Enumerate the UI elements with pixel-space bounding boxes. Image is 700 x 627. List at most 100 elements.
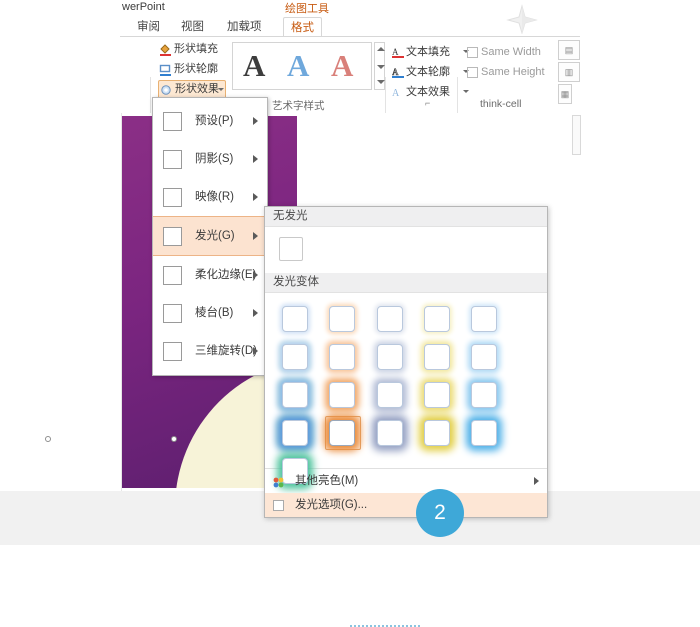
menu-item-shadow[interactable]: 阴影(S) [153,140,267,178]
menu-item-reflection[interactable]: 映像(R) [153,178,267,216]
same-height-button[interactable]: Same Height [466,64,561,81]
wordart-gallery-scroll[interactable] [374,42,385,90]
no-glow-swatch[interactable] [279,237,303,261]
glow-cell-2-5[interactable] [468,342,512,380]
glow-cell-2-4[interactable] [421,342,465,380]
text-effects-icon: A [392,86,404,99]
glow-cell-4-4[interactable] [421,418,465,456]
thinkcell-button-2[interactable]: ▥ [558,62,580,82]
glow-options-item[interactable]: 发光选项(G)... [265,493,547,517]
tab-format[interactable]: 格式 [283,17,322,38]
glow-swatch [424,306,451,332]
wordart-dialog-launcher[interactable]: ⌐ [425,99,434,108]
scroll-down-icon[interactable] [377,65,385,69]
glow-cell-1-5[interactable] [468,304,512,342]
wordart-sample-3[interactable]: A [331,47,353,85]
same-height-icon [467,67,478,78]
glow-swatch [282,306,308,332]
text-outline-icon: A [392,66,404,78]
selection-handle-center[interactable] [171,436,177,442]
glow-swatch [282,420,308,446]
tab-addins[interactable]: 加载项 [220,18,269,37]
chevron-right-icon [253,347,258,355]
glow-swatch [376,420,403,446]
selection-handle-left[interactable] [45,436,51,442]
glow-cell-3-3[interactable] [374,380,418,418]
chevron-right-icon [534,477,539,485]
no-glow-row[interactable] [265,227,547,273]
chevron-right-icon [253,155,258,163]
svg-text:A: A [392,47,399,57]
menu-item-soft-edges[interactable]: 柔化边缘(E) [153,256,267,294]
shadow-icon [163,150,182,169]
wordart-sample-1[interactable]: A [243,47,265,85]
wordart-sample-2[interactable]: A [287,47,309,85]
menu-item-shadow-label: 阴影(S) [195,153,234,165]
wordart-gallery[interactable]: A A A [232,42,372,90]
glow-swatch [329,306,356,332]
glow-cell-2-3[interactable] [374,342,418,380]
menu-item-3d-rotation[interactable]: 三维旋转(D) [153,332,267,370]
soft-edges-icon [163,266,182,285]
more-glow-colors-item[interactable]: 其他亮色(M) [265,469,547,493]
menu-item-soft-edges-label: 柔化边缘(E) [195,269,257,281]
tab-view[interactable]: 视图 [174,18,211,37]
pen-outline-icon [159,63,172,76]
menu-item-preset[interactable]: 预设(P) [153,102,267,140]
chevron-right-icon [253,309,258,317]
glow-variants-grid[interactable] [265,293,547,484]
thinkcell-button-3[interactable]: ▦ [558,84,572,104]
glow-cell-3-2[interactable] [326,380,370,418]
glow-cell-2-1[interactable] [279,342,323,380]
menu-item-glow[interactable]: 发光(G) [153,216,267,256]
glow-swatch [471,306,498,332]
glow-swatch [376,382,403,408]
text-fill-label: 文本填充 [406,46,450,58]
chevron-right-icon [253,232,258,240]
shape-effects-menu[interactable]: 预设(P) 阴影(S) 映像(R) 发光(G) 柔化边缘(E) 棱台(B) 三维… [152,97,268,376]
glow-cell-4-1[interactable] [279,418,323,456]
glow-flyout[interactable]: 无发光 发光变体 其他亮色(M) 发光选项(G)... [264,206,548,518]
glow-options-label: 发光选项(G)... [295,499,368,511]
glow-cell-1-3[interactable] [374,304,418,342]
shape-fill-button[interactable]: 形状填充 [158,40,242,59]
slide-thumbnail-pane[interactable] [0,113,122,491]
glow-swatch [282,382,308,408]
text-fill-button[interactable]: A 文本填充 [392,44,469,61]
chevron-down-icon [218,88,224,91]
text-fill-icon: A [392,46,404,58]
glow-cell-3-5[interactable] [468,380,512,418]
glow-swatch [471,420,498,446]
tab-review[interactable]: 审阅 [130,18,167,37]
chevron-right-icon [253,193,258,201]
scroll-up-icon[interactable] [377,47,385,51]
text-outline-button[interactable]: A 文本轮廓 [392,64,469,81]
glow-swatch [329,344,356,370]
glow-swatch [471,344,498,370]
contextual-tab-title: 绘图工具 [285,3,329,15]
glow-swatch [424,420,451,446]
glow-cell-4-5[interactable] [468,418,512,456]
same-width-button[interactable]: Same Width [466,44,561,61]
glow-cell-4-3[interactable] [374,418,418,456]
glow-cell-3-1[interactable] [279,380,323,418]
more-glow-colors-label: 其他亮色(M) [295,475,359,487]
glow-cell-2-2[interactable] [326,342,370,380]
glow-swatch [471,382,498,408]
menu-item-bevel[interactable]: 棱台(B) [153,294,267,332]
glow-cell-1-4[interactable] [421,304,465,342]
text-outline-label: 文本轮廓 [406,66,450,78]
no-glow-header: 无发光 [265,207,547,227]
gallery-more-icon[interactable] [377,80,385,84]
thinkcell-button-1[interactable]: ▤ [558,40,580,60]
shape-outline-button[interactable]: 形状轮廓 [158,60,242,79]
glow-cell-4-2[interactable] [325,416,370,456]
glow-cell-1-2[interactable] [326,304,370,342]
svg-text:A: A [392,88,400,98]
group-label-wordart: 艺术字样式 [272,100,325,112]
glow-cell-3-4[interactable] [421,380,465,418]
glow-swatch [376,306,403,332]
glow-cell-1-1[interactable] [279,304,323,342]
vertical-scrollbar[interactable] [572,115,581,155]
shape-outline-label: 形状轮廓 [174,63,218,75]
